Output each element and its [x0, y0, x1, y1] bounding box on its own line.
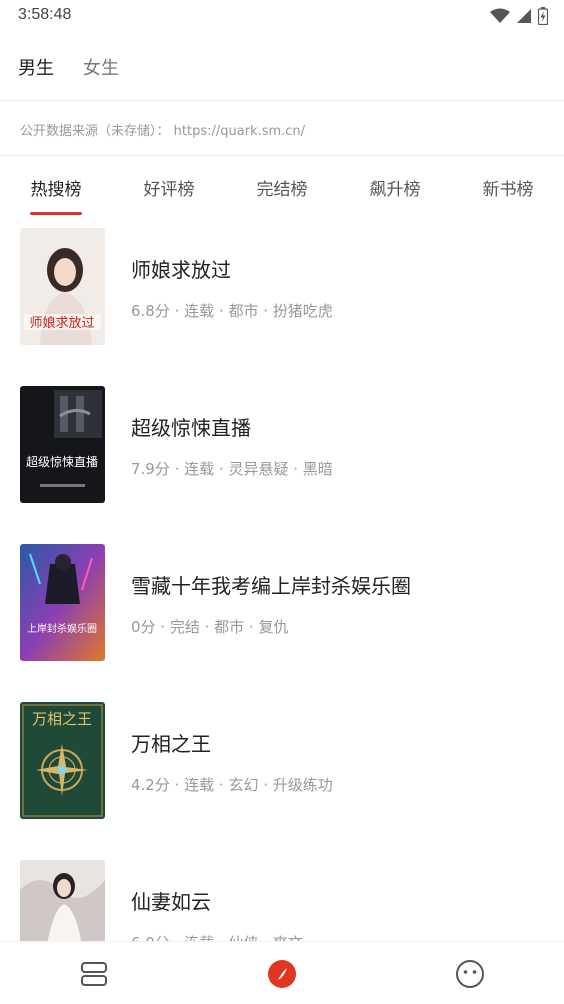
- tab-female[interactable]: 女生: [83, 54, 119, 80]
- cover-title: 万相之王: [32, 710, 92, 728]
- book-cover[interactable]: [20, 860, 105, 941]
- battery-charging-icon: [538, 7, 548, 25]
- cover-title: 上岸封杀娱乐圈: [27, 622, 97, 635]
- divider: [0, 155, 564, 156]
- book-cover[interactable]: 上岸封杀娱乐圈: [20, 544, 105, 661]
- book-title: 师娘求放过: [131, 258, 231, 282]
- status-icons: [490, 6, 548, 26]
- tab-new-books[interactable]: 新书榜: [458, 175, 558, 200]
- book-cover[interactable]: 超级惊悚直播: [20, 386, 105, 503]
- smiley-face-icon[interactable]: [454, 958, 486, 990]
- cover-title: 师娘求放过: [29, 316, 94, 331]
- book-meta: 0分 · 完结 · 都市 · 复仇: [131, 618, 289, 636]
- divider: [0, 100, 564, 101]
- book-cover[interactable]: 师娘求放过: [20, 228, 105, 345]
- ranking-tabs: 热搜榜 好评榜 完结榜 飙升榜 新书榜: [0, 157, 564, 217]
- cover-title: 超级惊悚直播: [26, 454, 98, 469]
- book-meta: 4.2分 · 连载 · 玄幻 · 升级练功: [131, 776, 333, 794]
- book-meta: 7.9分 · 连载 · 灵异悬疑 · 黑暗: [131, 460, 333, 478]
- book-list: 师娘求放过 师娘求放过 6.8分 · 连载 · 都市 · 扮猪吃虎 超级惊悚直播…: [0, 228, 564, 941]
- tab-male[interactable]: 男生: [18, 54, 54, 80]
- status-time: 3:58:48: [18, 6, 72, 23]
- book-item[interactable]: 万相之王 万相之王 4.2分 · 连载 · 玄幻 · 升级练功: [0, 702, 564, 820]
- tab-top-rated[interactable]: 好评榜: [119, 175, 219, 200]
- book-cover[interactable]: 万相之王: [20, 702, 105, 819]
- book-item[interactable]: 师娘求放过 师娘求放过 6.8分 · 连载 · 都市 · 扮猪吃虎: [0, 228, 564, 346]
- tab-completed[interactable]: 完结榜: [232, 175, 332, 200]
- book-meta: 6.0分 · 连载 · 仙侠 · 爽文: [131, 932, 303, 941]
- data-source-note: 公开数据来源（未存储）： https://quark.sm.cn/: [20, 124, 306, 139]
- wifi-icon: [490, 8, 510, 24]
- compass-icon[interactable]: [266, 958, 298, 990]
- book-item[interactable]: 超级惊悚直播 超级惊悚直播 7.9分 · 连载 · 灵异悬疑 · 黑暗: [0, 386, 564, 504]
- bookshelf-icon[interactable]: [78, 958, 110, 990]
- book-item[interactable]: 仙妻如云 6.0分 · 连载 · 仙侠 · 爽文: [0, 860, 564, 941]
- book-meta: 6.8分 · 连载 · 都市 · 扮猪吃虎: [131, 302, 333, 320]
- bottom-navigation: [0, 941, 564, 1004]
- status-bar: 3:58:48: [0, 0, 564, 32]
- book-title: 仙妻如云: [131, 890, 211, 914]
- book-title: 超级惊悚直播: [131, 416, 251, 440]
- gender-tabs: 男生 女生: [0, 44, 564, 88]
- tab-hot-search[interactable]: 热搜榜: [6, 175, 106, 200]
- book-title: 雪藏十年我考编上岸封杀娱乐圈: [131, 574, 411, 598]
- active-tab-indicator: [30, 212, 82, 215]
- tab-rising[interactable]: 飙升榜: [345, 175, 445, 200]
- book-item[interactable]: 上岸封杀娱乐圈 雪藏十年我考编上岸封杀娱乐圈 0分 · 完结 · 都市 · 复仇: [0, 544, 564, 662]
- book-title: 万相之王: [131, 732, 211, 756]
- signal-icon: [516, 8, 532, 24]
